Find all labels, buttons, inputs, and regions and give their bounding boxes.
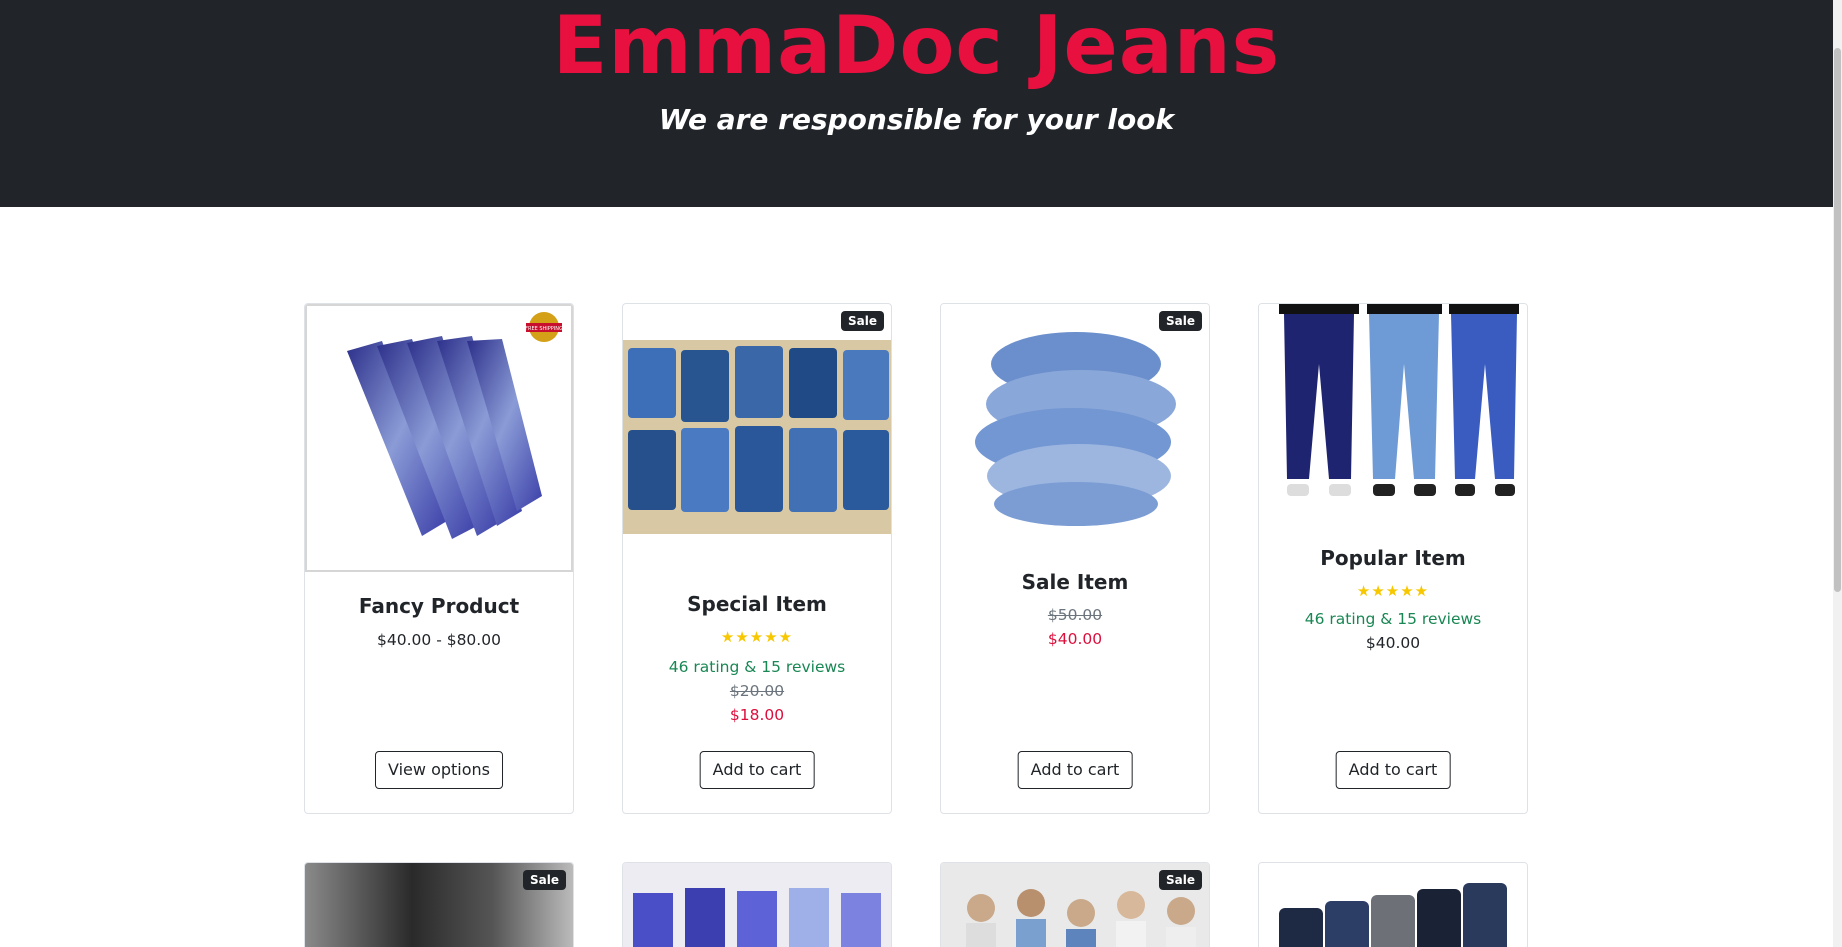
brand-title: EmmaDoc Jeans [552,0,1281,92]
product-title: Fancy Product [358,594,520,618]
product-card-sale: Sale Sale Item $50.00 $40.00 Add to cart [940,303,1210,814]
sale-badge: Sale [1159,311,1202,331]
product-card [622,862,892,947]
dark-jeans-row-photo-icon [1259,863,1527,947]
product-image: FREE SHIPPING [305,304,573,572]
folded-jeans-photo-icon [628,346,889,512]
product-image [941,304,1209,544]
scrollbar-thumb[interactable] [1834,48,1841,592]
sale-price: $40.00 [1047,630,1103,648]
women-jeans-photo-icon [623,863,891,947]
view-options-button[interactable]: View options [375,751,503,789]
product-image [623,340,891,534]
old-price: $50.00 [1047,606,1103,624]
brand-tagline: We are responsible for your look [658,103,1175,136]
star-rating: ★★★★★ [1356,582,1430,600]
add-to-cart-button[interactable]: Add to cart [1017,751,1133,789]
product-title: Popular Item [1320,546,1466,570]
sale-badge: Sale [523,870,566,890]
sale-badge: Sale [1159,870,1202,890]
product-card [1258,862,1528,947]
hero-header: EmmaDoc Jeans We are responsible for you… [0,0,1833,207]
star-rating: ★★★★★ [720,628,794,646]
product-price: $40.00 - $80.00 [377,631,501,649]
product-title: Sale Item [1021,570,1129,594]
product-card-fancy: FREE SHIPPING Fancy Product $40.00 - $80… [304,303,574,814]
add-to-cart-button[interactable]: Add to cart [699,751,815,789]
rating-text: 46 rating & 15 reviews [1304,610,1482,628]
product-card-popular: Popular Item ★★★★★ 46 rating & 15 review… [1258,303,1528,814]
product-card: Sale [940,862,1210,947]
product-image [1259,304,1527,522]
product-card: Sale [304,862,574,947]
seal-text: FREE SHIPPING [525,326,563,332]
sale-badge: Sale [841,311,884,331]
old-price: $20.00 [729,682,785,700]
rating-text: 46 rating & 15 reviews [668,658,846,676]
sale-price: $18.00 [729,706,785,724]
product-card-special: Sale Special Item ★★★★★ 46 rating & 15 r… [622,303,892,814]
page-scrollbar[interactable] [1833,0,1842,947]
models-legs-photo-icon [1279,304,1519,496]
product-title: Special Item [687,592,827,616]
jeans-stack-photo-icon [975,332,1176,526]
jeans-fan-photo-icon: FREE SHIPPING [347,312,563,539]
product-price: $40.00 [1365,634,1421,652]
add-to-cart-button[interactable]: Add to cart [1335,751,1451,789]
